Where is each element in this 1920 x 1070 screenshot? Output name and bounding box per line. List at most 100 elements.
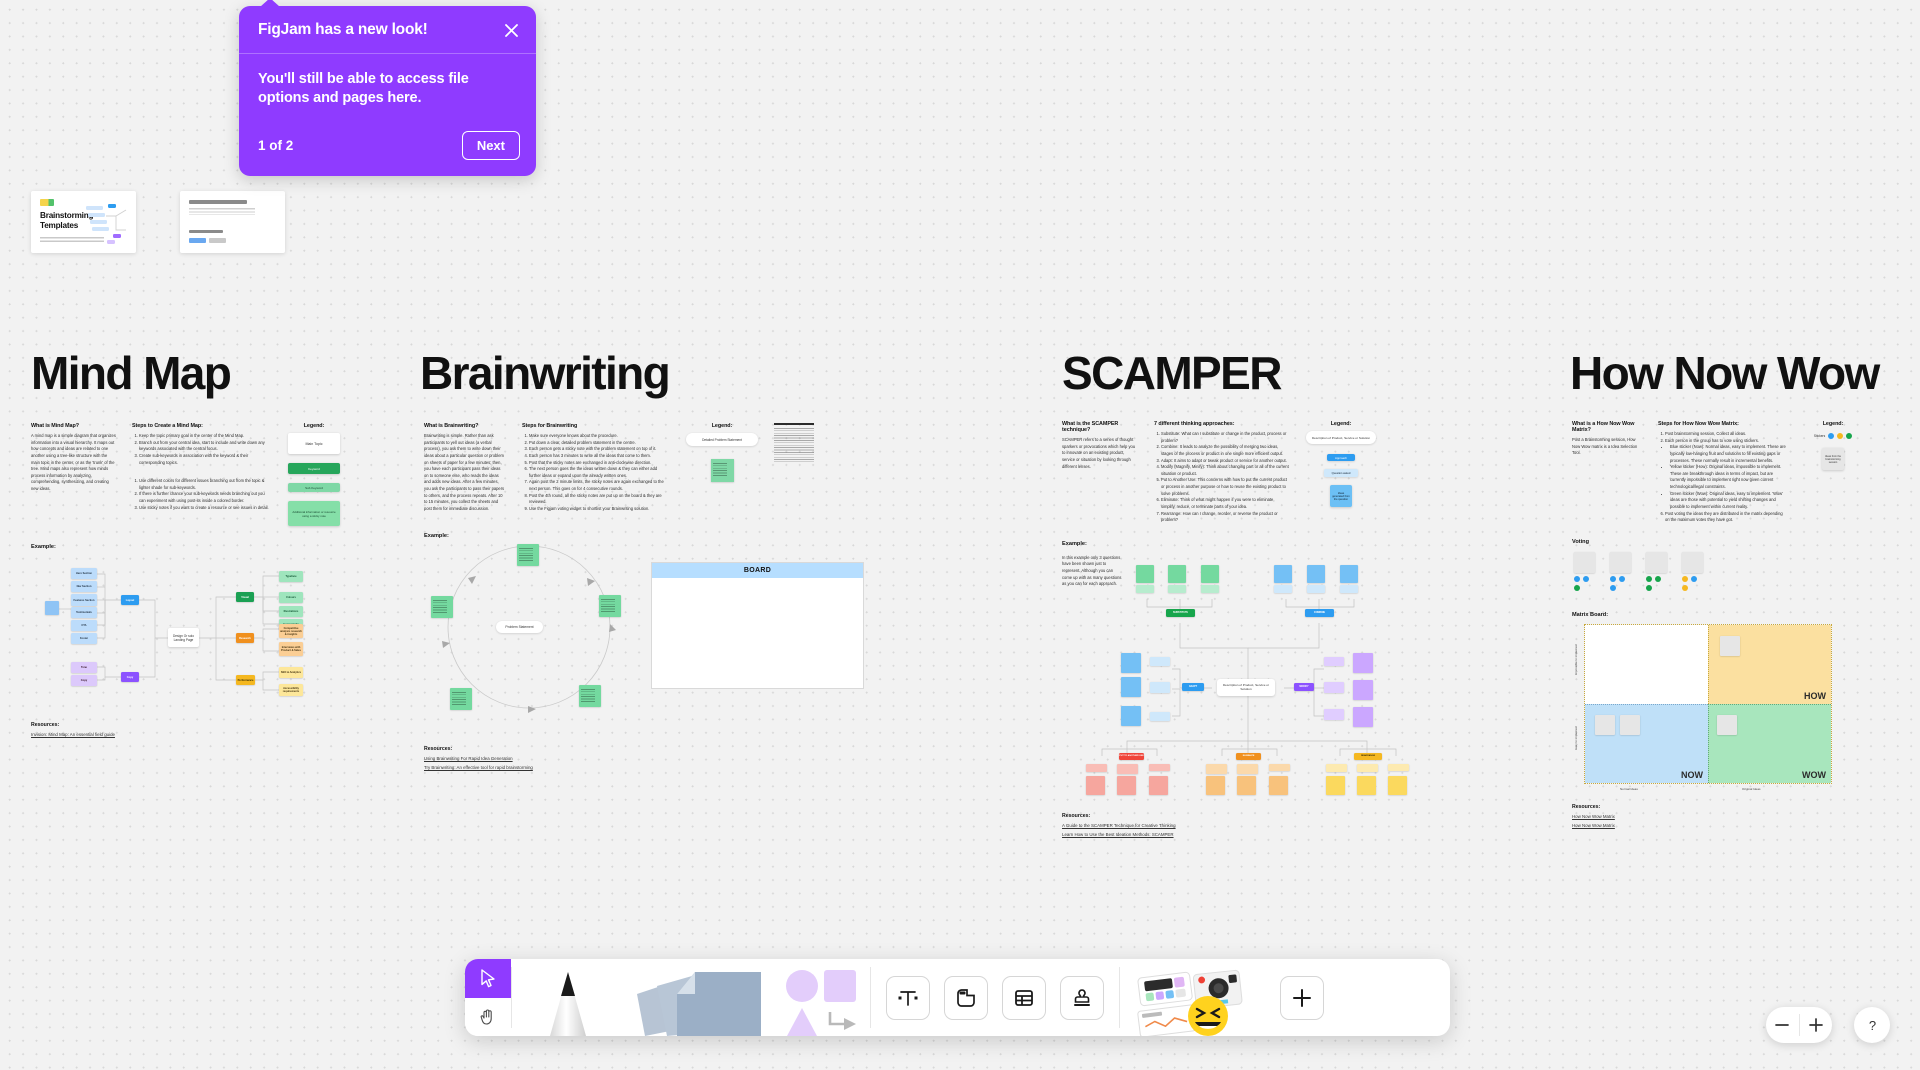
resource-link[interactable]: How Now Wow Matrix <box>1572 814 1892 819</box>
approach-rearrange[interactable]: REARRANGE <box>1354 752 1382 760</box>
node-performance[interactable]: Performance <box>236 675 255 685</box>
quadrant-empty[interactable] <box>1585 624 1708 704</box>
question-note[interactable] <box>1388 763 1409 771</box>
idea-note[interactable] <box>1353 679 1373 700</box>
node-tone[interactable]: Tone <box>71 662 97 673</box>
question-note[interactable] <box>1324 708 1344 720</box>
vote-sticker[interactable] <box>1574 584 1580 591</box>
node-seo-analytics[interactable]: SEO & Analytics <box>279 667 303 678</box>
sticky-note[interactable] <box>431 595 453 618</box>
node-typeface[interactable]: Typeface <box>279 571 303 582</box>
pen-tool[interactable] <box>512 959 624 1036</box>
vote-sticker[interactable] <box>1646 584 1652 591</box>
vote-sticker[interactable] <box>1610 584 1616 591</box>
idea-card[interactable] <box>1720 635 1740 656</box>
quadrant-wow[interactable]: WOW <box>1708 703 1831 783</box>
sticky-note-tool-group[interactable] <box>624 959 774 1036</box>
resource-link[interactable]: Learn How to Use the Best Ideation Metho… <box>1062 832 1432 837</box>
idea-card[interactable] <box>1717 714 1737 735</box>
sticky-note-tool[interactable] <box>624 959 774 1036</box>
stamp-tool[interactable] <box>1060 975 1104 1020</box>
idea-card[interactable] <box>1682 551 1703 573</box>
node-accessibility[interactable]: Accessibility requirements <box>279 684 303 696</box>
quadrant-now[interactable]: NOW <box>1585 703 1708 783</box>
idea-note[interactable] <box>1136 564 1154 583</box>
idea-note[interactable] <box>1206 775 1225 795</box>
approach-substitute[interactable]: SUBSTITUTE <box>1166 608 1195 617</box>
note-brief[interactable] <box>45 601 59 615</box>
problem-statement-node[interactable]: Problem Statement <box>496 620 543 633</box>
resource-link[interactable]: Invision: Mind Map: An essential field g… <box>31 732 341 737</box>
node-nav-section[interactable]: Nav Section <box>71 581 97 592</box>
idea-note[interactable] <box>1353 652 1373 673</box>
idea-note[interactable] <box>1353 706 1373 727</box>
question-note[interactable] <box>1307 584 1325 593</box>
shapes-tool[interactable] <box>774 959 870 1036</box>
pen-tool-group[interactable] <box>512 959 624 1036</box>
sticky-note[interactable] <box>579 684 601 707</box>
cursor-tool[interactable] <box>465 959 511 998</box>
idea-note[interactable] <box>1149 775 1168 795</box>
node-visual[interactable]: Visual <box>236 592 254 602</box>
close-icon[interactable] <box>500 19 522 41</box>
widgets-tool[interactable] <box>1130 959 1262 1036</box>
insert-tool-group[interactable] <box>871 959 1119 1036</box>
mind-map-diagram[interactable]: Hero Section Nav Section Features Sectio… <box>31 554 341 704</box>
question-note[interactable] <box>1201 584 1219 593</box>
zoom-controls[interactable] <box>1766 1007 1832 1043</box>
vote-stickers[interactable] <box>1574 575 1589 582</box>
question-note[interactable] <box>1086 763 1107 772</box>
question-note[interactable] <box>1326 763 1347 772</box>
voting-area[interactable] <box>1572 550 1892 598</box>
question-note[interactable] <box>1340 584 1358 593</box>
question-note[interactable] <box>1117 763 1138 774</box>
idea-note[interactable] <box>1121 652 1141 673</box>
cursor-tool-group[interactable] <box>465 959 511 1036</box>
question-note[interactable] <box>1357 763 1378 772</box>
figjam-canvas[interactable]: FigJam has a new look! You'll still be a… <box>0 0 1920 1070</box>
approach-adapt[interactable]: ADAPT <box>1182 682 1204 691</box>
section-how-now-wow[interactable]: How Now Wow <box>1570 350 1880 396</box>
widgets-tool-group[interactable] <box>1120 959 1331 1036</box>
zoom-out-button[interactable] <box>1766 1007 1799 1043</box>
bottom-toolbar[interactable] <box>465 959 1450 1036</box>
question-note[interactable] <box>1324 681 1344 693</box>
idea-note[interactable] <box>1117 775 1136 795</box>
idea-note[interactable] <box>1201 564 1219 583</box>
idea-note[interactable] <box>1168 564 1186 583</box>
question-note[interactable] <box>1149 763 1170 771</box>
question-note[interactable] <box>1150 656 1170 666</box>
idea-card[interactable] <box>1610 551 1631 573</box>
how-now-wow-matrix[interactable]: HOW NOW WOW Impossible to implement Easy… <box>1572 623 1892 794</box>
question-note[interactable] <box>1168 584 1186 593</box>
question-note[interactable] <box>1150 711 1170 721</box>
table-tool[interactable] <box>1002 975 1046 1020</box>
node-interviews[interactable]: Interviews with Product & Sales <box>279 642 303 656</box>
shapes-tool-group[interactable] <box>774 959 870 1036</box>
node-illustrations[interactable]: Illustrations <box>279 606 303 617</box>
question-note[interactable] <box>1206 763 1227 774</box>
vote-sticker[interactable] <box>1682 584 1688 591</box>
more-tool[interactable] <box>1280 975 1324 1020</box>
node-copy-sub[interactable]: Copy <box>71 675 97 686</box>
brainwriting-diagram[interactable]: Problem Statement BOARD <box>424 543 864 718</box>
question-note[interactable] <box>1237 763 1258 774</box>
node-cta[interactable]: CTA <box>71 620 97 631</box>
node-colours[interactable]: Colours <box>279 592 303 603</box>
sticky-note[interactable] <box>450 687 472 710</box>
question-note[interactable] <box>1274 584 1292 593</box>
section-scamper[interactable]: SCAMPER <box>1062 350 1282 396</box>
idea-card[interactable] <box>1574 551 1595 573</box>
approach-put-to-another-use[interactable]: PUT TO ANOTHER USE <box>1119 752 1144 760</box>
vote-stickers[interactable] <box>1610 575 1625 582</box>
section-tool[interactable] <box>944 975 988 1020</box>
question-note[interactable] <box>1269 763 1290 771</box>
question-note[interactable] <box>1136 584 1154 593</box>
question-note[interactable] <box>1150 681 1170 693</box>
approach-eliminate[interactable]: ELIMINATE <box>1236 752 1261 760</box>
idea-note[interactable] <box>1121 705 1141 726</box>
section-mind-map[interactable]: Mind Map <box>31 350 361 396</box>
thumbnail-card-offline-brainstorming[interactable] <box>180 191 285 253</box>
idea-card[interactable] <box>1595 714 1615 735</box>
node-footer[interactable]: Footer <box>71 633 97 644</box>
